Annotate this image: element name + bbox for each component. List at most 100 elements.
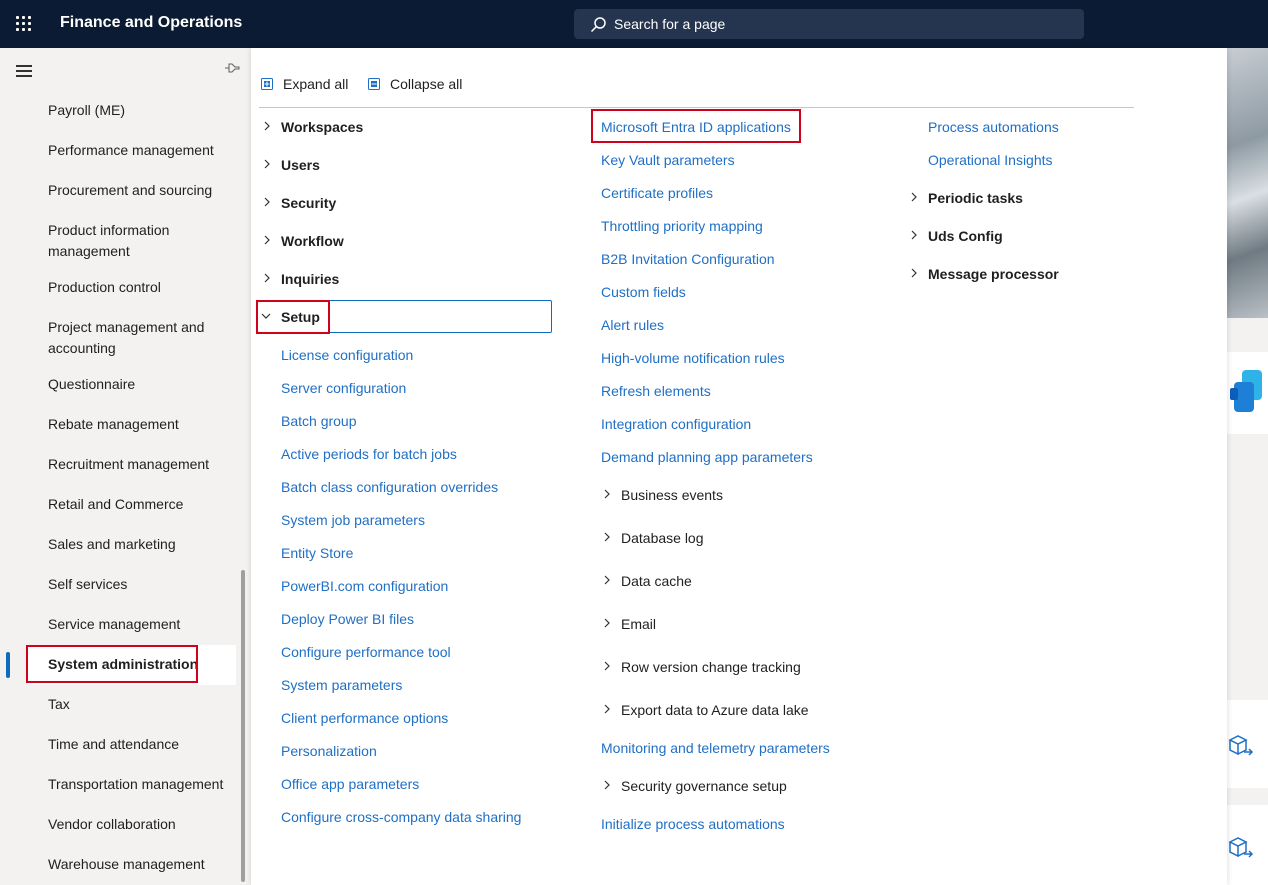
link-custom-fields[interactable]: Custom fields [601,284,686,300]
nav-item-warehouse-management[interactable]: Warehouse management [48,854,228,875]
app-tile-icon [1230,370,1262,412]
app-launcher-icon[interactable] [14,14,34,34]
pin-icon[interactable] [224,61,240,75]
chevron-right-icon [264,159,270,169]
link-initialize-process-automations[interactable]: Initialize process automations [601,816,785,832]
link-b2b-invitation-configuration[interactable]: B2B Invitation Configuration [601,251,775,267]
nav-item-recruitment-management[interactable]: Recruitment management [48,454,228,475]
nav-item-self-services[interactable]: Self services [48,574,228,595]
nav-item-questionnaire[interactable]: Questionnaire [48,374,228,395]
highlight-box-entra-id-applications [591,109,801,143]
subgroup-business-events[interactable]: Business events [621,487,723,503]
nav-item-production-control[interactable]: Production control [48,277,228,298]
link-high-volume-notification-rules[interactable]: High-volume notification rules [601,350,785,366]
chevron-right-icon [264,235,270,245]
nav-item-performance-management[interactable]: Performance management [48,140,228,161]
highlight-box-setup [256,300,330,334]
subgroup-security-governance-setup[interactable]: Security governance setup [621,778,787,794]
nav-item-procurement-and-sourcing[interactable]: Procurement and sourcing [48,180,228,201]
top-bar: Finance and Operations [0,0,1268,48]
expand-all-button[interactable]: Expand all [283,76,348,92]
link-batch-group[interactable]: Batch group [281,413,357,429]
shipment-icon [1228,735,1254,756]
link-key-vault-parameters[interactable]: Key Vault parameters [601,152,735,168]
search-box[interactable] [574,9,1084,39]
subgroup-database-log[interactable]: Database log [621,530,704,546]
link-system-parameters[interactable]: System parameters [281,677,402,693]
nav-item-time-and-attendance[interactable]: Time and attendance [48,734,228,755]
link-operational-insights[interactable]: Operational Insights [928,152,1053,168]
chevron-right-icon [604,661,610,671]
chevron-right-icon [911,230,917,240]
link-personalization[interactable]: Personalization [281,743,377,759]
group-periodic-tasks[interactable]: Periodic tasks [928,190,1023,206]
chevron-right-icon [264,273,270,283]
app-title: Finance and Operations [60,14,243,31]
link-deploy-power-bi-files[interactable]: Deploy Power BI files [281,611,414,627]
link-certificate-profiles[interactable]: Certificate profiles [601,185,713,201]
collapse-all-icon [368,78,380,90]
nav-item-project-management-and-accounting[interactable]: Project management and accounting [48,317,228,359]
chevron-right-icon [604,618,610,628]
link-client-performance-options[interactable]: Client performance options [281,710,448,726]
dashboard-background-image [1227,48,1268,318]
search-icon [590,17,606,33]
nav-item-transportation-management[interactable]: Transportation management [48,774,228,795]
subgroup-email[interactable]: Email [621,616,656,632]
chevron-right-icon [604,780,610,790]
chevron-right-icon [604,532,610,542]
group-message-processor[interactable]: Message processor [928,266,1059,282]
link-integration-configuration[interactable]: Integration configuration [601,416,751,432]
chevron-right-icon [264,121,270,131]
link-configure-performance-tool[interactable]: Configure performance tool [281,644,451,660]
link-entity-store[interactable]: Entity Store [281,545,353,561]
group-uds-config[interactable]: Uds Config [928,228,1003,244]
highlight-box-system-administration [26,645,198,683]
expand-all-icon [261,78,273,90]
group-workflow[interactable]: Workflow [281,233,344,249]
nav-item-product-information-management[interactable]: Product information management [48,220,228,262]
nav-item-tax[interactable]: Tax [48,694,228,715]
link-throttling-priority-mapping[interactable]: Throttling priority mapping [601,218,763,234]
link-monitoring-and-telemetry-parameters[interactable]: Monitoring and telemetry parameters [601,740,830,756]
group-inquiries[interactable]: Inquiries [281,271,339,287]
chevron-right-icon [604,489,610,499]
search-input[interactable] [614,9,1074,39]
subgroup-export-data-to-azure-data-lake[interactable]: Export data to Azure data lake [621,702,809,718]
nav-item-retail-and-commerce[interactable]: Retail and Commerce [48,494,228,515]
link-alert-rules[interactable]: Alert rules [601,317,664,333]
chevron-right-icon [911,192,917,202]
link-system-job-parameters[interactable]: System job parameters [281,512,425,528]
nav-selected-indicator [6,652,10,678]
link-active-periods-for-batch-jobs[interactable]: Active periods for batch jobs [281,446,457,462]
nav-item-rebate-management[interactable]: Rebate management [48,414,228,435]
link-demand-planning-app-parameters[interactable]: Demand planning app parameters [601,449,813,465]
group-workspaces[interactable]: Workspaces [281,119,363,135]
nav-scrollbar[interactable] [241,570,245,882]
chevron-right-icon [604,704,610,714]
module-navigation-pane: Payroll (ME) Performance management Proc… [0,48,250,885]
link-batch-class-configuration-overrides[interactable]: Batch class configuration overrides [281,479,498,495]
nav-item-service-management[interactable]: Service management [48,614,228,635]
link-server-configuration[interactable]: Server configuration [281,380,406,396]
nav-item-vendor-collaboration[interactable]: Vendor collaboration [48,814,228,835]
toolbar-divider [259,107,1134,108]
collapse-all-button[interactable]: Collapse all [390,76,462,92]
group-security[interactable]: Security [281,195,336,211]
module-flyout-panel: Expand all Collapse all Workspaces Users… [251,48,1227,885]
nav-item-payroll-me[interactable]: Payroll (ME) [48,100,228,121]
shipment-icon [1228,837,1254,858]
link-license-configuration[interactable]: License configuration [281,347,413,363]
link-office-app-parameters[interactable]: Office app parameters [281,776,419,792]
chevron-right-icon [264,197,270,207]
chevron-right-icon [911,268,917,278]
nav-item-sales-and-marketing[interactable]: Sales and marketing [48,534,228,555]
link-process-automations[interactable]: Process automations [928,119,1059,135]
link-configure-cross-company-data-sharing[interactable]: Configure cross-company data sharing [281,809,521,825]
hamburger-menu-icon[interactable] [16,65,32,77]
group-users[interactable]: Users [281,157,320,173]
subgroup-row-version-change-tracking[interactable]: Row version change tracking [621,659,801,675]
link-powerbi-configuration[interactable]: PowerBI.com configuration [281,578,448,594]
link-refresh-elements[interactable]: Refresh elements [601,383,711,399]
subgroup-data-cache[interactable]: Data cache [621,573,692,589]
